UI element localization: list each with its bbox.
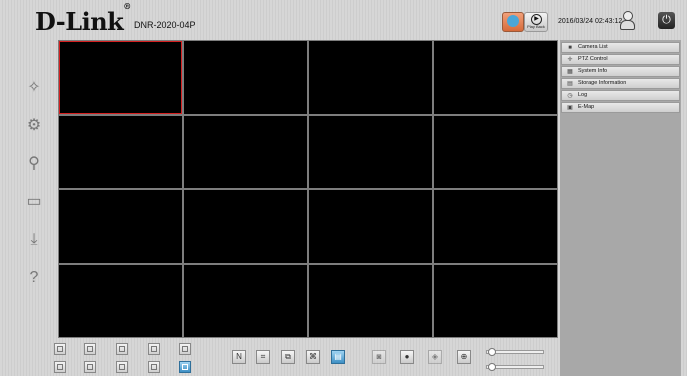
video-cell[interactable]	[309, 115, 432, 188]
snapshot-button[interactable]: ◙	[372, 350, 386, 364]
video-cell[interactable]	[434, 190, 557, 263]
layout-16-button[interactable]	[179, 361, 191, 373]
dlink-logo: D-Link®	[35, 1, 131, 36]
video-cell[interactable]	[59, 190, 182, 263]
playback-label: Play Back	[527, 24, 545, 29]
layout-10-button[interactable]	[54, 361, 66, 373]
panel-item-label: Storage Information	[578, 80, 627, 86]
volume-slider[interactable]	[482, 348, 544, 356]
setup-wizard-icon[interactable]: ✧	[22, 76, 46, 100]
panel-item-label: Log	[578, 92, 588, 98]
e-map-icon: ▣	[567, 105, 573, 111]
storage-icon: ▤	[567, 81, 573, 87]
display-icon[interactable]: ▭	[22, 190, 46, 214]
video-cell[interactable]	[184, 190, 307, 263]
record-button[interactable]: ●	[400, 350, 414, 364]
panel-item-storage[interactable]: ▤ Storage Information	[561, 78, 680, 89]
normal-mode-button[interactable]: N	[232, 350, 246, 364]
download-icon[interactable]: ⤓	[22, 228, 46, 252]
bottom-toolbar: N ⌗ ⧉ ⌘ ▤ ◙ ● ◈ ⊕	[0, 338, 560, 376]
video-cell[interactable]	[184, 264, 307, 337]
video-cell[interactable]	[59, 115, 182, 188]
live-view-button[interactable]	[502, 12, 524, 32]
video-cell[interactable]	[434, 41, 557, 114]
sequence-button[interactable]: ⧉	[281, 350, 295, 364]
layout-9-button[interactable]	[179, 343, 191, 355]
user-icon[interactable]	[620, 11, 635, 30]
video-grid	[58, 40, 558, 338]
panel-item-label: E-Map	[578, 104, 595, 110]
layout-16b-button[interactable]	[148, 361, 160, 373]
video-cell[interactable]	[434, 264, 557, 337]
panel-item-ptz-control[interactable]: ✛ PTZ Control	[561, 54, 680, 65]
slider-knob[interactable]	[488, 363, 496, 371]
audio-button[interactable]: ◈	[428, 350, 442, 364]
right-panel: ■ Camera List ✛ PTZ Control ▦ System Info ▤ Sto…	[560, 40, 681, 376]
video-cell[interactable]	[184, 41, 307, 114]
video-cell[interactable]	[309, 190, 432, 263]
live-view-icon	[507, 15, 519, 27]
brightness-slider[interactable]	[482, 363, 544, 371]
layout-1-button[interactable]	[54, 343, 66, 355]
log-icon: ◷	[567, 93, 573, 99]
layout-6-button[interactable]	[116, 343, 128, 355]
panel-menu: ■ Camera List ✛ PTZ Control ▦ System Info ▤ Sto…	[561, 42, 680, 114]
layout-8-button[interactable]	[148, 343, 160, 355]
panel-item-e-map[interactable]: ▣ E-Map	[561, 102, 680, 113]
settings-icon[interactable]: ⚙	[22, 114, 46, 138]
panel-item-system-info[interactable]: ▦ System Info	[561, 66, 680, 77]
video-cell[interactable]	[184, 115, 307, 188]
full-screen-button[interactable]: ⌗	[256, 350, 270, 364]
datetime: 2016/03/24 02:43:12	[558, 18, 623, 25]
zoom-button[interactable]: ⊕	[457, 350, 471, 364]
video-cell[interactable]	[59, 41, 182, 114]
video-cell[interactable]	[309, 41, 432, 114]
panel-item-label: Camera List	[578, 44, 608, 50]
display-info-button[interactable]: ▤	[331, 350, 345, 364]
power-button[interactable]: ⏻	[658, 12, 675, 29]
camera-list-icon: ■	[568, 45, 572, 51]
video-cell[interactable]	[309, 264, 432, 337]
layout-4-button[interactable]	[84, 343, 96, 355]
group-view-button[interactable]: ⌘	[306, 350, 320, 364]
search-icon[interactable]: ⚲	[22, 152, 46, 176]
help-icon[interactable]: ?	[22, 266, 46, 290]
panel-item-camera-list[interactable]: ■ Camera List	[561, 42, 680, 53]
panel-item-label: PTZ Control	[578, 56, 608, 62]
playback-button[interactable]: ▶ Play Back	[524, 12, 548, 32]
video-cell[interactable]	[434, 115, 557, 188]
system-info-icon: ▦	[567, 69, 573, 75]
slider-knob[interactable]	[488, 348, 496, 356]
ptz-control-icon: ✛	[567, 57, 573, 63]
model-name: DNR-2020-04P	[134, 20, 196, 30]
power-icon: ⏻	[662, 14, 671, 26]
layout-13-button[interactable]	[84, 361, 96, 373]
layout-16a-button[interactable]	[116, 361, 128, 373]
panel-item-label: System Info	[578, 68, 608, 74]
video-cell[interactable]	[59, 264, 182, 337]
header: D-Link® DNR-2020-04P ▶ Play Back 2016/03…	[0, 0, 687, 40]
panel-item-log[interactable]: ◷ Log	[561, 90, 680, 101]
